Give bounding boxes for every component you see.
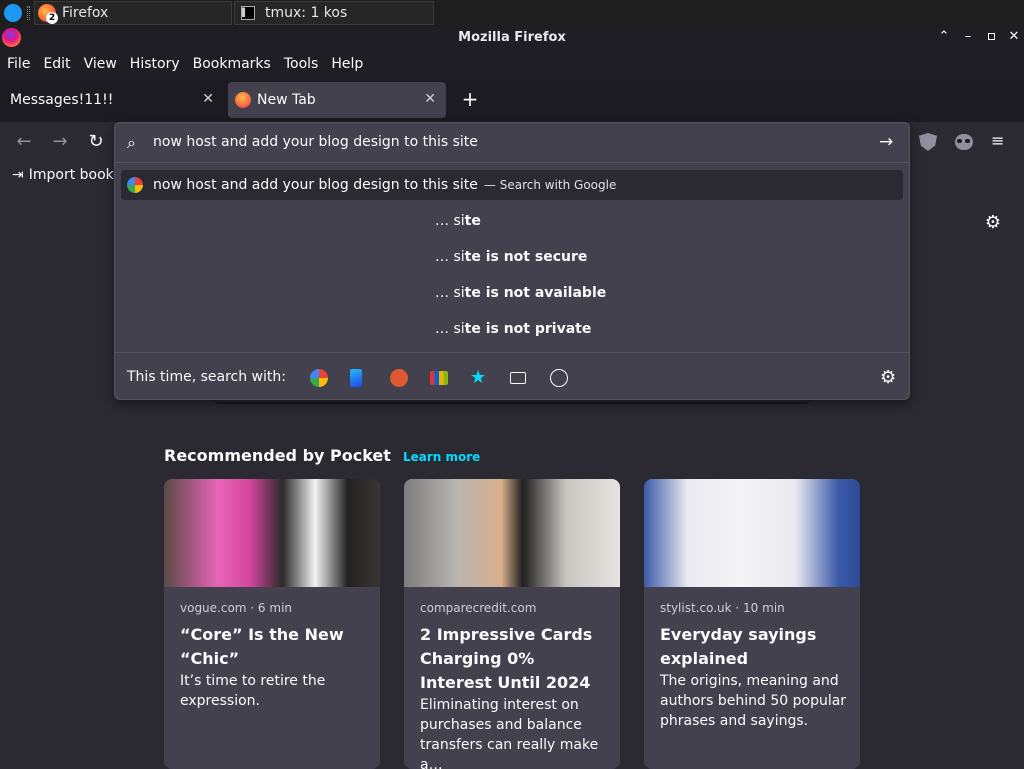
import-icon: ⇥ (12, 167, 24, 183)
close-window-button[interactable]: ✕ (1006, 29, 1022, 45)
story-excerpt: Eliminating interest on purchases and ba… (420, 697, 599, 769)
story-image (404, 479, 620, 587)
firefox-icon (235, 92, 251, 108)
taskbar: 2 Firefox ▌ tmux: 1 kos (0, 0, 1024, 26)
pocket-heading: Recommended by Pocket Learn more (164, 446, 480, 465)
hamburger-menu-icon[interactable]: ≡ (991, 133, 1007, 149)
taskbar-task-tmux[interactable]: ▌ tmux: 1 kos (234, 1, 434, 25)
menu-bookmarks[interactable]: Bookmarks (186, 56, 277, 72)
go-arrow-icon[interactable]: → (879, 132, 893, 152)
suggestion-completion: te is not private (464, 321, 592, 337)
maximize-button[interactable] (983, 29, 999, 45)
taskbar-task-label: tmux: 1 kos (265, 5, 348, 21)
menu-help[interactable]: Help (324, 56, 369, 72)
firefox-icon: 2 (38, 4, 58, 24)
extension-mask-icon[interactable] (955, 134, 973, 150)
top-result-google-search[interactable]: now host and add your blog design to thi… (121, 170, 903, 200)
menu-view[interactable]: View (77, 56, 123, 72)
new-tab-button[interactable]: + (459, 88, 481, 110)
google-icon[interactable] (310, 369, 328, 387)
import-bookmarks-button[interactable]: ⇥ Import book (12, 167, 114, 183)
suggestion-prefix: … si (435, 285, 465, 301)
one-off-label: This time, search with: (127, 369, 286, 385)
address-bar[interactable]: ⌕ now host and add your blog design to t… (115, 123, 909, 163)
taskbar-grip (27, 6, 30, 20)
pocket-card[interactable]: vogue.com · 6 min “Core” Is the New “Chi… (164, 479, 380, 769)
pocket-heading-title: Recommended by Pocket (164, 446, 391, 465)
pocket-card[interactable]: stylist.co.uk · 10 min Everyday sayings … (644, 479, 860, 769)
duckduckgo-icon[interactable] (390, 369, 408, 387)
menu-edit[interactable]: Edit (36, 56, 76, 72)
story-title: “Core” Is the New “Chic” (180, 625, 344, 668)
forward-arrow-icon[interactable]: → (50, 132, 70, 152)
ebay-icon[interactable] (430, 371, 448, 385)
tab-label: Messages!11!! (10, 92, 114, 108)
menubar: File Edit View History Bookmarks Tools H… (0, 50, 1024, 78)
menu-history[interactable]: History (123, 56, 186, 72)
window-title: Mozilla Firefox (458, 30, 566, 45)
reload-icon[interactable]: ↻ (86, 132, 106, 152)
tab-new-tab[interactable]: New Tab ✕ (228, 82, 446, 118)
story-image (644, 479, 860, 587)
taskbar-task-label: Firefox (62, 5, 109, 21)
bing-icon[interactable] (350, 369, 362, 387)
start-menu-icon[interactable] (4, 4, 22, 22)
back-arrow-icon[interactable]: ← (14, 132, 34, 152)
suggestion-completion: te is not available (464, 285, 607, 301)
address-bar-dropdown: ⌕ now host and add your blog design to t… (114, 122, 910, 400)
story-title: 2 Impressive Cards Charging 0% Interest … (420, 625, 593, 692)
tab-label: New Tab (257, 92, 316, 108)
story-excerpt: It’s time to retire the expression. (180, 673, 326, 709)
story-source: vogue.com · 6 min (180, 601, 293, 615)
suggestion-completion: te is not secure (464, 249, 588, 265)
suggestion-prefix: … si (435, 213, 465, 229)
suggestion-item[interactable]: … site is not private (435, 321, 591, 337)
story-excerpt: The origins, meaning and authors behind … (660, 673, 847, 729)
suggestion-item[interactable]: … site is not secure (435, 249, 587, 265)
suggestion-prefix: … si (435, 321, 465, 337)
tab-messages[interactable]: Messages!11!! ✕ (0, 82, 224, 118)
history-icon[interactable] (550, 369, 568, 387)
ublock-shield-icon[interactable] (919, 133, 937, 151)
google-icon (127, 177, 143, 193)
search-icon: ⌕ (127, 133, 136, 152)
close-tab-icon[interactable]: ✕ (202, 91, 214, 107)
window-titlebar: Mozilla Firefox ⌃ – ✕ (0, 26, 1024, 50)
taskbar-task-firefox[interactable]: 2 Firefox (34, 1, 232, 25)
suggestion-item[interactable]: … site (435, 213, 481, 229)
chevron-up-icon[interactable]: ⌃ (936, 29, 952, 45)
one-off-search-bar: This time, search with: ★ ⚙ (115, 352, 909, 400)
import-bookmarks-label: Import book (28, 167, 114, 183)
pocket-card[interactable]: comparecredit.com 2 Impressive Cards Cha… (404, 479, 620, 769)
suggestion-item[interactable]: … site is not available (435, 285, 606, 301)
close-tab-icon[interactable]: ✕ (424, 91, 436, 107)
menu-file[interactable]: File (0, 56, 36, 72)
search-settings-gear-icon[interactable]: ⚙ (880, 367, 896, 388)
suggestion-completion: te (464, 213, 481, 229)
story-source: comparecredit.com (420, 601, 537, 615)
story-source: stylist.co.uk · 10 min (660, 601, 785, 615)
learn-more-link[interactable]: Learn more (403, 450, 480, 464)
suggestion-prefix: … si (435, 249, 465, 265)
menu-tools[interactable]: Tools (277, 56, 325, 72)
task-count-badge: 2 (46, 12, 58, 24)
story-image (164, 479, 380, 587)
customize-gear-icon[interactable]: ⚙ (984, 214, 1002, 232)
result-text: now host and add your blog design to thi… (153, 177, 478, 193)
bookmarks-icon[interactable]: ★ (470, 369, 488, 387)
minimize-button[interactable]: – (960, 29, 976, 45)
story-title: Everyday sayings explained (660, 625, 817, 668)
tabs-icon[interactable] (510, 372, 526, 384)
tab-strip: Messages!11!! ✕ New Tab ✕ + (0, 78, 1024, 122)
terminal-icon: ▌ (241, 6, 255, 20)
address-bar-input[interactable]: now host and add your blog design to thi… (153, 134, 478, 150)
result-action: — Search with Google (483, 178, 617, 192)
